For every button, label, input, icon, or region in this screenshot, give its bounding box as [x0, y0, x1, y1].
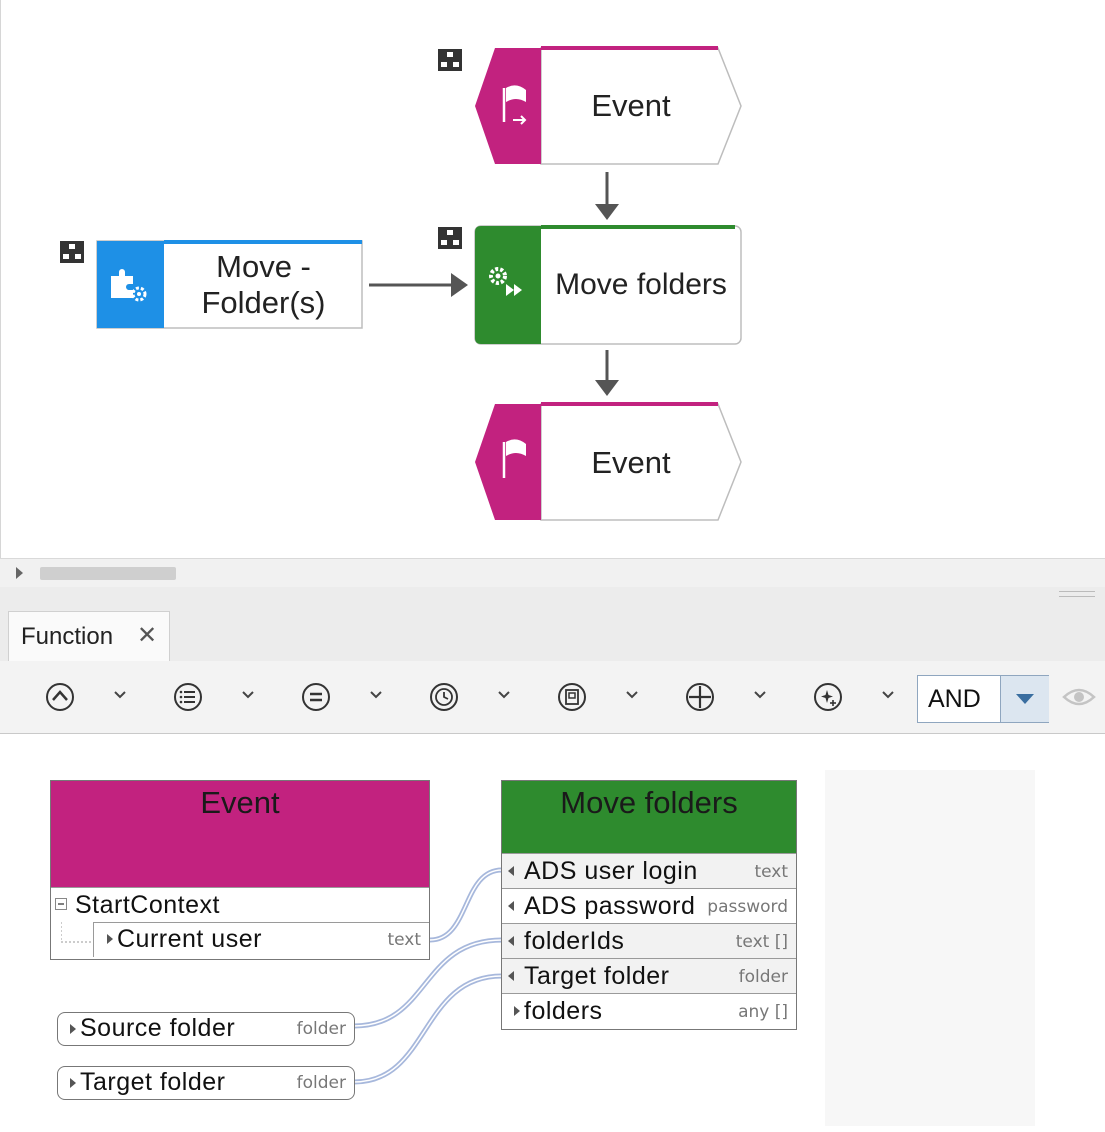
chevron-down-icon[interactable]: [880, 689, 896, 701]
parameter-type: any []: [738, 1002, 788, 1022]
mapping-event-title: Event: [200, 785, 280, 820]
input-arrow-icon: [508, 936, 514, 946]
expand-arrow-icon[interactable]: [70, 1078, 76, 1088]
tree-group-label: StartContext: [75, 891, 220, 919]
table-row[interactable]: folderIds text []: [502, 923, 796, 959]
constant-target-folder[interactable]: Target folder folder: [57, 1066, 355, 1100]
splitter-grip-icon[interactable]: [1059, 591, 1095, 597]
bottom-event-label: Event: [591, 445, 671, 480]
scroll-right-arrow-icon[interactable]: [16, 567, 23, 579]
database-icon[interactable]: [556, 681, 588, 713]
scrollbar-thumb[interactable]: [40, 567, 176, 580]
list-icon[interactable]: [172, 681, 204, 713]
equals-icon[interactable]: [300, 681, 332, 713]
chevron-down-icon[interactable]: [496, 689, 512, 701]
constant-label: Target folder: [80, 1068, 226, 1096]
assignment-icon[interactable]: [60, 241, 84, 263]
mapping-toolbar: AND: [0, 661, 1105, 734]
data-mapping-area[interactable]: Event StartContext Current user text Mov…: [0, 734, 1105, 1132]
parameter-type: password: [707, 897, 788, 917]
chevron-down-icon[interactable]: [624, 689, 640, 701]
clock-icon[interactable]: [428, 681, 460, 713]
function-label: Move folders: [555, 268, 727, 301]
eye-icon[interactable]: [1062, 685, 1096, 709]
chevron-down-icon[interactable]: [112, 689, 128, 701]
mapping-event-box[interactable]: Event StartContext Current user text: [50, 780, 430, 960]
chevron-down-icon[interactable]: [240, 689, 256, 701]
mapping-curve: [353, 973, 503, 1085]
chevron-down-icon[interactable]: [368, 689, 384, 701]
parameter-label: folderIds: [524, 927, 625, 955]
constant-type: folder: [296, 1073, 346, 1093]
mapping-function-box[interactable]: Move folders ADS user login text ADS pas…: [501, 780, 797, 1030]
expand-arrow-icon[interactable]: [70, 1024, 76, 1034]
parameter-type: text: [754, 862, 788, 882]
collapse-minus-icon[interactable]: [55, 898, 67, 910]
parameter-label: folders: [524, 997, 603, 1025]
chevron-down-icon[interactable]: [752, 689, 768, 701]
assignment-icon[interactable]: [438, 227, 462, 249]
assignment-icon[interactable]: [438, 49, 462, 71]
parameter-type: folder: [738, 967, 788, 987]
operator-select[interactable]: AND: [917, 675, 1049, 723]
expand-arrow-icon[interactable]: [107, 934, 113, 944]
connector-event-to-function: [595, 172, 619, 220]
tree-connector-icon: [61, 922, 93, 943]
operator-select-value: AND: [928, 685, 981, 713]
triangle-down-icon: [1016, 694, 1034, 704]
tree-group-row[interactable]: StartContext: [51, 887, 429, 923]
horizontal-scrollbar[interactable]: [0, 558, 1105, 588]
input-arrow-icon: [508, 901, 514, 911]
table-row[interactable]: folders any []: [502, 993, 796, 1029]
table-row[interactable]: Target folder folder: [502, 958, 796, 994]
operator-dropdown-button[interactable]: [1000, 676, 1049, 722]
panel-tab-bar: Function ✕: [0, 599, 1105, 662]
table-row[interactable]: Current user text: [51, 922, 429, 957]
tab-function[interactable]: Function ✕: [8, 611, 170, 662]
collapse-up-icon[interactable]: [44, 681, 76, 713]
plus-circle-icon[interactable]: [684, 681, 716, 713]
constant-type: folder: [296, 1019, 346, 1039]
parameter-type: text: [387, 930, 421, 950]
service-label-line2: Folder(s): [201, 285, 326, 320]
panel-splitter[interactable]: [0, 587, 1105, 599]
parameter-label: Current user: [117, 925, 262, 953]
connector-service-to-function: [369, 273, 468, 297]
constant-label: Source folder: [80, 1014, 236, 1042]
sparkle-add-icon[interactable]: [812, 681, 844, 713]
close-icon[interactable]: ✕: [137, 621, 157, 650]
parameter-label: ADS password: [524, 892, 696, 920]
mapping-function-title: Move folders: [560, 785, 738, 820]
input-arrow-icon: [508, 866, 514, 876]
constant-source-folder[interactable]: Source folder folder: [57, 1012, 355, 1046]
parameter-label: Target folder: [524, 962, 670, 990]
top-event-label: Event: [591, 88, 671, 123]
table-row[interactable]: ADS user login text: [502, 853, 796, 889]
input-arrow-icon: [508, 971, 514, 981]
table-row[interactable]: ADS password password: [502, 888, 796, 924]
parameter-type: text []: [735, 932, 788, 952]
connector-function-to-event: [595, 350, 619, 396]
tab-function-label: Function: [21, 623, 114, 650]
service-label-line1: Move -: [216, 249, 311, 284]
parameter-label: ADS user login: [524, 857, 698, 885]
diagram-canvas[interactable]: Event Move folders Move - Folder(s) Even…: [0, 0, 1105, 558]
expand-arrow-icon[interactable]: [514, 1006, 520, 1016]
